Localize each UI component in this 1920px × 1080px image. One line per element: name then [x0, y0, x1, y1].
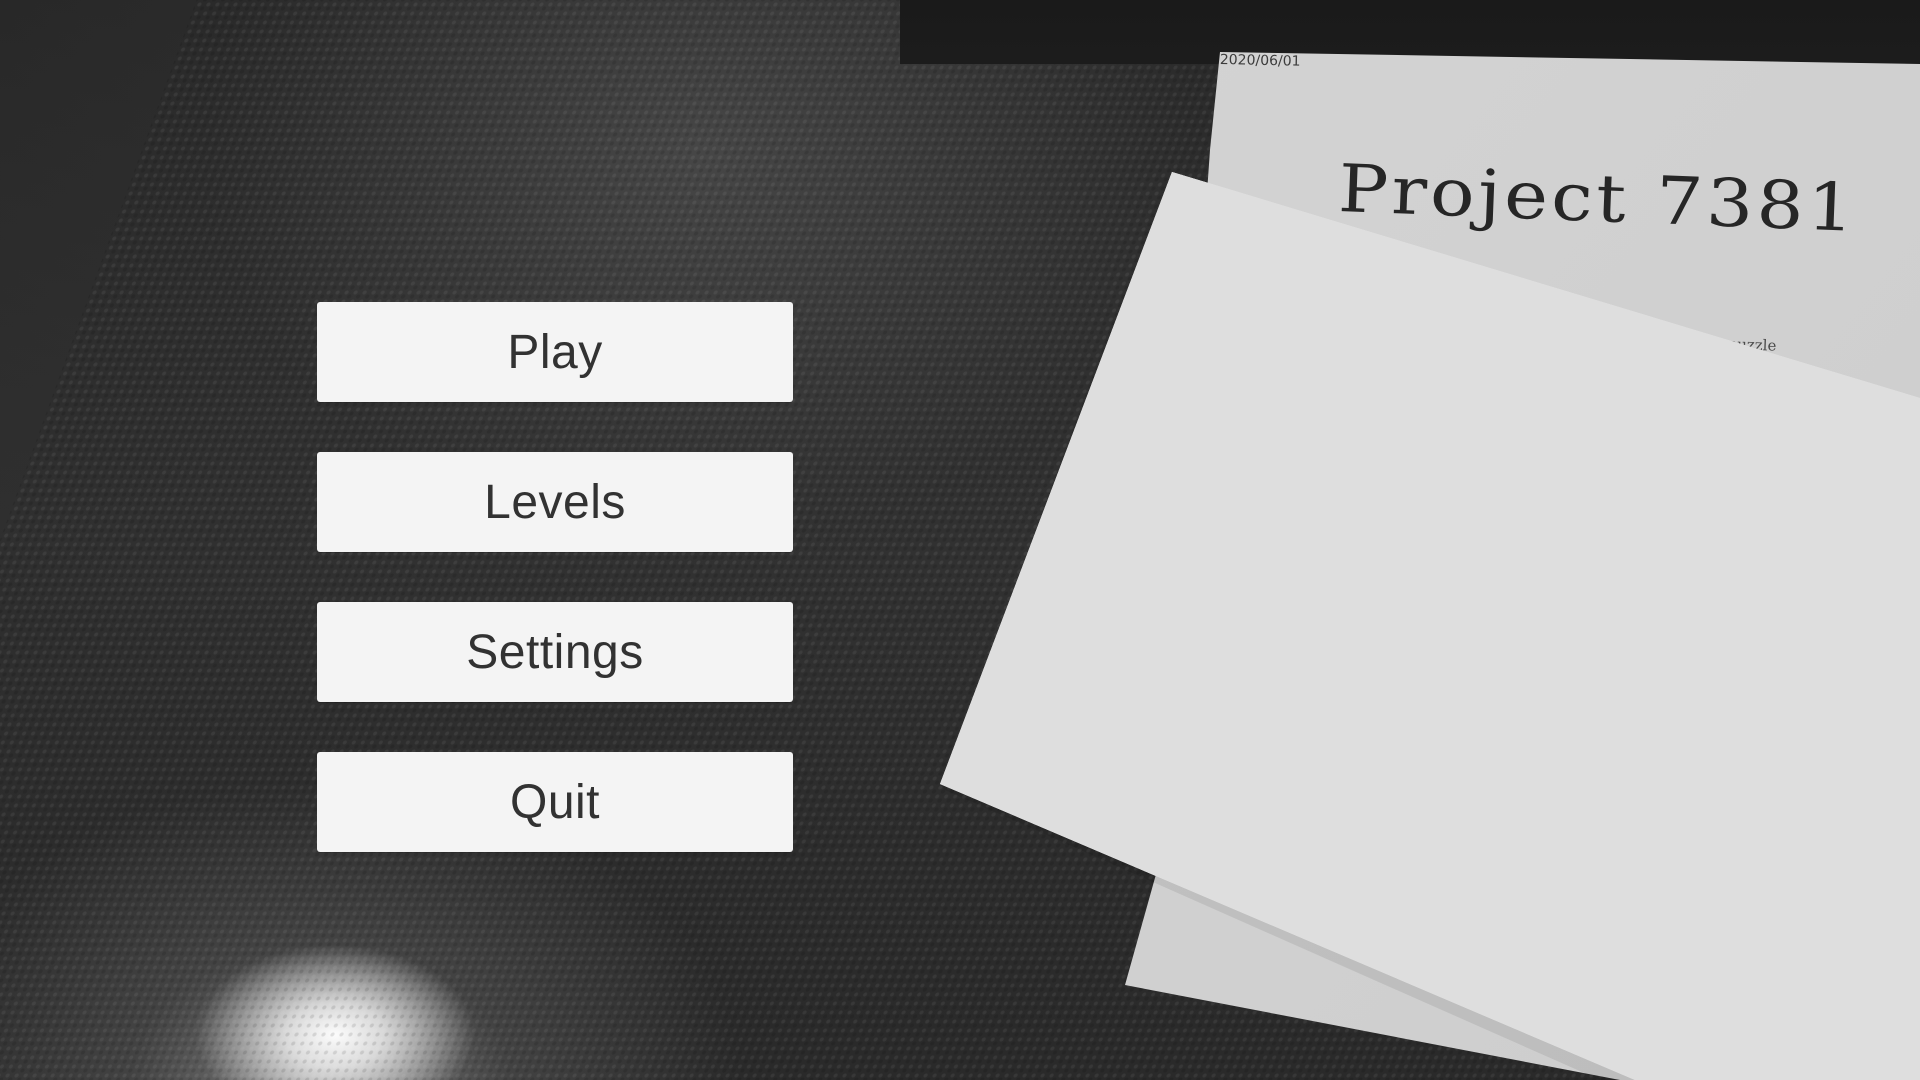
levels-button[interactable]: Levels: [317, 452, 793, 552]
background-texture: [0, 0, 1920, 1080]
play-button[interactable]: Play: [317, 302, 793, 402]
play-button-label: Play: [507, 325, 603, 379]
levels-button-label: Levels: [484, 475, 626, 529]
settings-button[interactable]: Settings: [317, 602, 793, 702]
background-shadow-band: [900, 0, 1920, 64]
menu-background: [0, 0, 1920, 1080]
settings-button-label: Settings: [466, 625, 644, 679]
quit-button[interactable]: Quit: [317, 752, 793, 852]
quit-button-label: Quit: [509, 775, 601, 829]
